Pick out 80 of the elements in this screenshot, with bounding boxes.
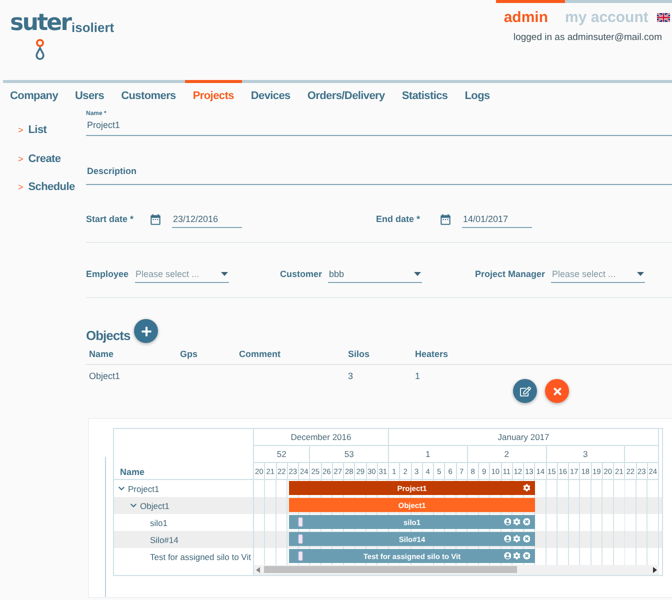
dropdown-caret-icon xyxy=(414,272,422,276)
table-cell-text: 3 xyxy=(348,370,354,383)
logo-wordmark: suter xyxy=(10,9,71,38)
column-header: Comment xyxy=(239,348,282,361)
plus-icon xyxy=(140,326,152,336)
chevron-marker: > xyxy=(18,125,24,136)
user-icon[interactable] xyxy=(504,552,512,560)
column-header: Gps xyxy=(180,348,199,361)
column-header: Name xyxy=(89,348,115,361)
edit-icon xyxy=(520,386,530,396)
settings-icon[interactable] xyxy=(513,552,521,560)
nav-tab[interactable]: Company xyxy=(10,80,66,108)
table-cell-text: 1 xyxy=(415,370,422,383)
month-header: December 2016 xyxy=(290,432,352,442)
settings-icon[interactable] xyxy=(513,518,521,526)
sidebar-link[interactable]: Schedule xyxy=(28,181,75,194)
column-header: Name xyxy=(120,467,145,477)
select-field[interactable]: Please select ... xyxy=(551,266,646,282)
chevron-marker: > xyxy=(18,154,24,164)
logo-drop-icon xyxy=(35,39,46,60)
nav-tab[interactable]: Devices xyxy=(242,80,298,108)
horizontal-scrollbar[interactable] xyxy=(254,565,659,575)
field-label: Employee xyxy=(86,269,129,279)
delete-button[interactable] xyxy=(545,379,569,403)
account-tab[interactable]: admin xyxy=(496,0,565,30)
table-cell-text: Object1 xyxy=(89,370,122,383)
nav-tab[interactable]: Customers xyxy=(113,80,184,108)
week-header: 53 xyxy=(344,449,354,459)
add-button[interactable] xyxy=(134,319,158,343)
nav-tab[interactable]: Logs xyxy=(456,80,498,108)
dropdown-caret-icon xyxy=(637,272,644,276)
tree-row-label: silo1 xyxy=(150,518,168,528)
tree-row-label: Project1 xyxy=(128,484,160,494)
chevron-down-icon[interactable] xyxy=(118,485,125,492)
chevron-down-icon[interactable] xyxy=(130,502,137,509)
close-icon[interactable] xyxy=(522,518,530,526)
calendar-icon[interactable] xyxy=(149,212,162,226)
uk-flag-icon[interactable] xyxy=(657,13,670,22)
week-header: 2 xyxy=(504,449,509,459)
select-field[interactable]: bbb xyxy=(328,266,422,282)
column-header: Heaters xyxy=(415,348,450,361)
nav-tab[interactable]: Orders/Delivery xyxy=(299,80,393,108)
nav-tab[interactable]: Projects xyxy=(184,80,242,108)
chevron-marker: > xyxy=(18,182,24,192)
scroll-right-icon[interactable] xyxy=(653,567,657,573)
sidebar-link[interactable]: List xyxy=(28,124,47,136)
sidebar-link[interactable]: Create xyxy=(28,152,61,165)
column-header: Silos xyxy=(348,348,371,361)
tree-row-label: Silo#14 xyxy=(150,534,178,544)
date-field[interactable]: 23/12/2016 xyxy=(172,210,242,228)
field-label: Customer xyxy=(280,269,322,279)
nav-tab[interactable]: Statistics xyxy=(394,80,456,108)
scroll-left-icon[interactable] xyxy=(256,567,260,573)
tree-row-label: Test for assigned silo to Vit xyxy=(150,552,251,562)
logo-subtitle: isoliert xyxy=(72,20,114,35)
field-label: Project Manager xyxy=(475,269,546,279)
edit-button[interactable] xyxy=(513,379,537,403)
user-icon[interactable] xyxy=(504,518,512,526)
date-field[interactable]: 14/01/2017 xyxy=(462,210,532,228)
month-header: January 2017 xyxy=(498,432,550,442)
close-icon[interactable] xyxy=(522,535,530,542)
field-label: Start date * xyxy=(86,214,135,224)
tree-row-label: Object1 xyxy=(140,500,170,510)
nav-tab[interactable]: Users xyxy=(67,80,112,108)
dropdown-caret-icon xyxy=(220,272,228,276)
week-header: 1 xyxy=(426,449,430,459)
field-label: End date * xyxy=(376,214,422,224)
week-header: 52 xyxy=(276,449,286,459)
calendar-icon[interactable] xyxy=(439,212,452,226)
logged-in-text: logged in as adminsuter@mail.com xyxy=(513,32,662,43)
week-header: 3 xyxy=(583,449,588,459)
close-icon[interactable] xyxy=(522,552,530,560)
section-title: Objects xyxy=(86,328,130,342)
settings-icon[interactable] xyxy=(522,484,530,492)
name-field[interactable]: Project1 xyxy=(86,117,672,136)
select-field[interactable]: Please select ... xyxy=(134,266,229,282)
close-icon xyxy=(552,386,562,396)
user-icon[interactable] xyxy=(504,535,512,542)
description-field[interactable]: Description xyxy=(86,157,672,185)
settings-icon[interactable] xyxy=(513,535,521,542)
